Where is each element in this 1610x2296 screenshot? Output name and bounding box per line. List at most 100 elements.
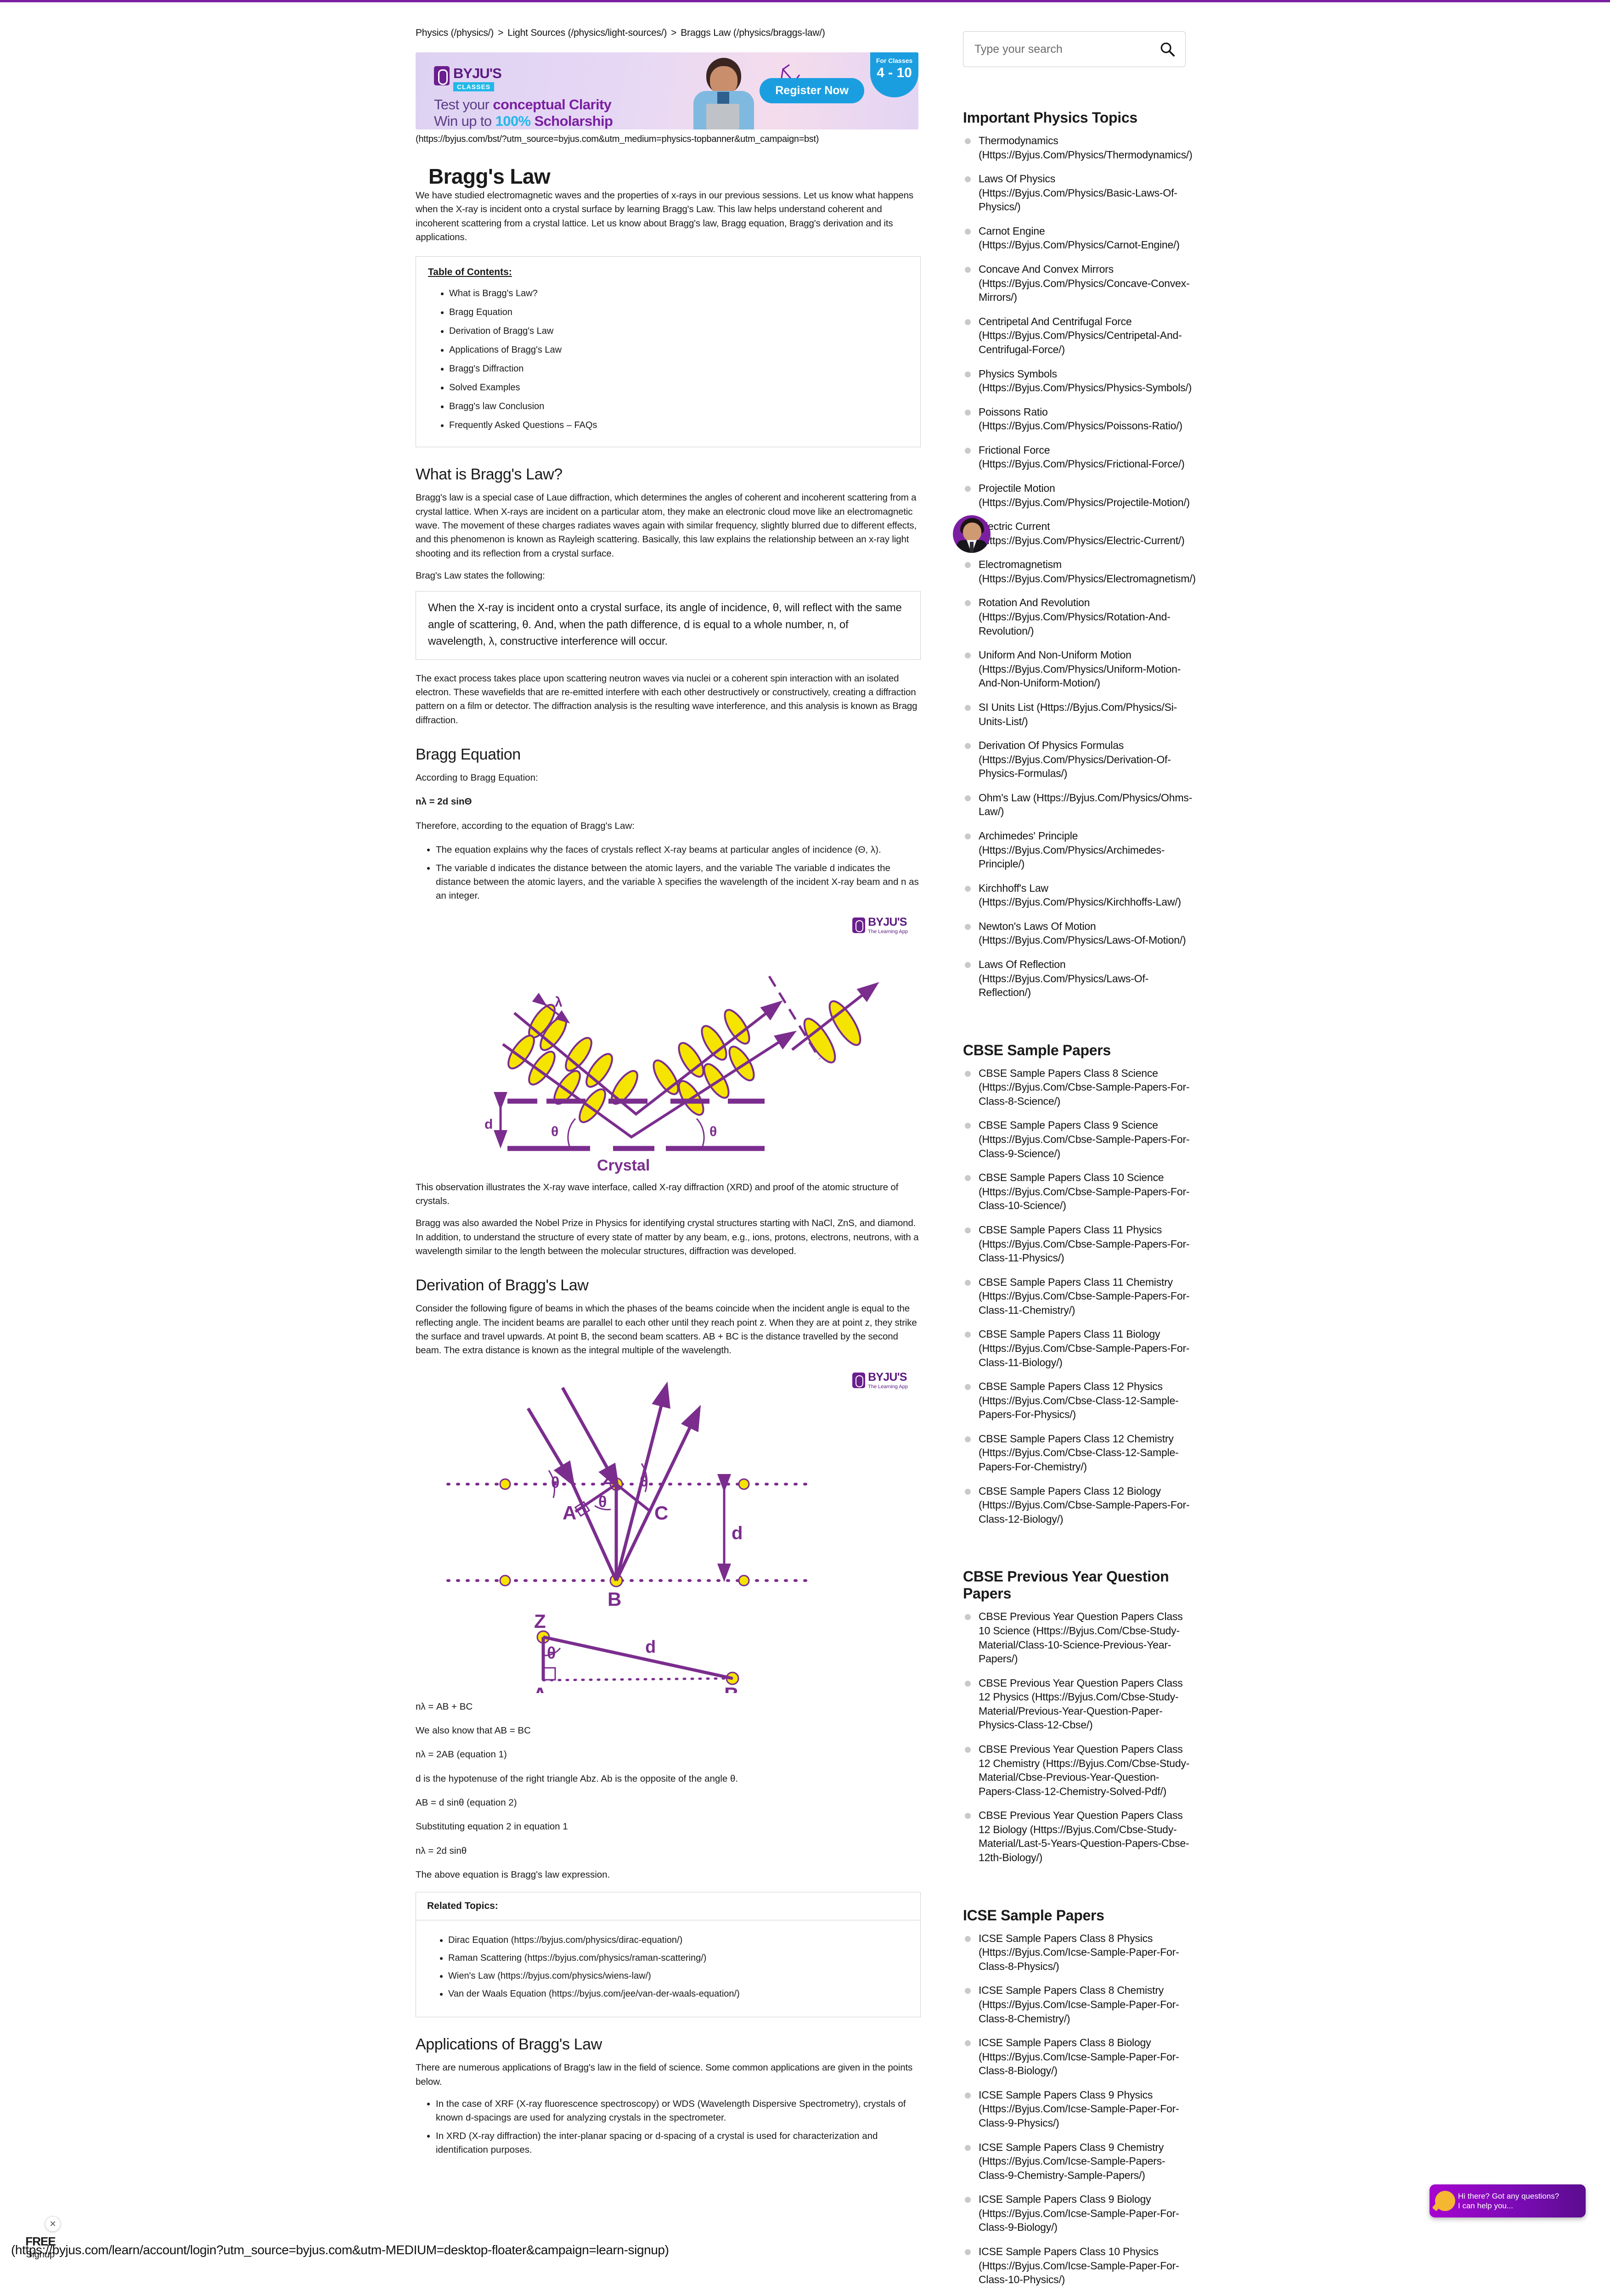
- sidebar-item-cbse-sample[interactable]: CBSE Sample Papers Class 12 Physics (Htt…: [963, 1379, 1193, 1422]
- banner-url-text[interactable]: (https://byjus.com/bst/?utm_source=byjus…: [416, 134, 921, 145]
- sidebar-item-physics-topic[interactable]: Kirchhoff's Law (Https://Byjus.Com/Physi…: [963, 881, 1193, 909]
- close-icon[interactable]: ✕: [45, 2216, 61, 2232]
- list-item: The variable d indicates the distance be…: [436, 861, 921, 903]
- list-item[interactable]: Van der Waals Equation (https://byjus.co…: [448, 1985, 909, 2003]
- sidebar-item-cbse-sample[interactable]: CBSE Sample Papers Class 11 Biology (Htt…: [963, 1327, 1193, 1369]
- byjus-watermark-logo-2: BYJU'S The Learning App: [852, 1371, 908, 1390]
- law-statement-box: When the X-ray is incident onto a crysta…: [416, 591, 921, 660]
- avatar[interactable]: [953, 515, 991, 553]
- sidebar-item-cbse-prev[interactable]: CBSE Previous Year Question Papers Class…: [963, 1676, 1193, 1732]
- register-now-button[interactable]: Register Now: [760, 78, 864, 103]
- sidebar-item-physics-topic[interactable]: SI Units List (Https://Byjus.Com/Physics…: [963, 700, 1193, 728]
- sidebar-list-physics-topics: Thermodynamics (Https://Byjus.Com/Physic…: [963, 134, 1196, 1000]
- sidebar-item-cbse-sample[interactable]: CBSE Sample Papers Class 11 Chemistry (H…: [963, 1275, 1193, 1317]
- sidebar-item-icse[interactable]: ICSE Sample Papers Class 8 Chemistry (Ht…: [963, 1983, 1193, 2026]
- list-item[interactable]: Raman Scattering (https://byjus.com/phys…: [448, 1949, 909, 1967]
- figure2-label-A: A: [563, 1502, 576, 1524]
- law-statement-text: When the X-ray is incident onto a crysta…: [428, 602, 902, 648]
- sidebar-item-icse[interactable]: ICSE Sample Papers Class 9 Physics (Http…: [963, 2088, 1193, 2130]
- figure2-label-B: B: [608, 1588, 621, 1610]
- breadcrumb-item-braggs-law[interactable]: Braggs Law (/physics/braggs-law/): [681, 28, 825, 38]
- list-item[interactable]: Wien's Law (https://byjus.com/physics/wi…: [448, 1967, 909, 1985]
- main-article-column: Physics (/physics/) > Light Sources (/phys…: [416, 28, 921, 2165]
- sidebar-item-physics-topic[interactable]: Electric Current (Https://Byjus.Com/Phys…: [963, 519, 1193, 547]
- figure2-label-C: C: [654, 1502, 668, 1524]
- sidebar-item-icse[interactable]: ICSE Sample Papers Class 9 Biology (Http…: [963, 2192, 1193, 2234]
- sidebar-item-physics-topic[interactable]: Archimedes' Principle (Https://Byjus.Com…: [963, 829, 1193, 871]
- list-item: In XRD (X-ray diffraction) the inter-pla…: [436, 2129, 921, 2157]
- byjus-b-icon: [852, 1373, 866, 1389]
- sidebar-item-physics-topic[interactable]: Projectile Motion (Https://Byjus.Com/Phy…: [963, 481, 1193, 509]
- sidebar-item-icse[interactable]: ICSE Sample Papers Class 10 Physics (Htt…: [963, 2245, 1193, 2287]
- s1-paragraph-3: The exact process takes place upon scatt…: [416, 673, 918, 726]
- sidebar-item-physics-topic[interactable]: Ohm's Law (Https://Byjus.Com/Physics/Ohm…: [963, 791, 1193, 819]
- sidebar-item-physics-topic[interactable]: Laws Of Physics (Https://Byjus.Com/Physi…: [963, 172, 1193, 214]
- page-title: Bragg's Law: [428, 164, 551, 188]
- list-item: In the case of XRF (X-ray fluorescence s…: [436, 2097, 921, 2125]
- toc-item[interactable]: Derivation of Bragg's Law: [449, 322, 908, 341]
- sidebar-item-cbse-prev[interactable]: CBSE Previous Year Question Papers Class…: [963, 1609, 1193, 1666]
- sidebar-item-icse[interactable]: ICSE Sample Papers Class 8 Biology (Http…: [963, 2036, 1193, 2078]
- sidebar-item-physics-topic[interactable]: Poissons Ratio (Https://Byjus.Com/Physic…: [963, 405, 1193, 433]
- banner-brand-sub: CLASSES: [453, 82, 495, 91]
- sidebar-item-cbse-sample[interactable]: CBSE Sample Papers Class 10 Science (Htt…: [963, 1171, 1193, 1213]
- toc-item[interactable]: Frequently Asked Questions – FAQs: [449, 416, 908, 435]
- sidebar-item-physics-topic[interactable]: Derivation Of Physics Formulas (Https://…: [963, 738, 1193, 781]
- sidebar-item-cbse-sample[interactable]: CBSE Sample Papers Class 8 Science (Http…: [963, 1066, 1193, 1109]
- intro-paragraph: We have studied electromagnetic waves an…: [416, 190, 913, 242]
- section-heading-applications: Applications of Bragg's Law: [416, 2036, 602, 2054]
- figure2-lower-A: A: [533, 1683, 547, 1693]
- sidebar-item-physics-topic[interactable]: Frictional Force (Https://Byjus.Com/Phys…: [963, 443, 1193, 471]
- toc-list: What is Bragg's Law? Bragg Equation Deri…: [428, 284, 908, 435]
- search-input[interactable]: [974, 42, 1160, 56]
- toc-item[interactable]: Applications of Bragg's Law: [449, 341, 908, 360]
- section-heading-derivation: Derivation of Bragg's Law: [416, 1277, 589, 1294]
- byjus-watermark-logo: BYJU'S The Learning App: [852, 916, 908, 934]
- sidebar-item-physics-topic[interactable]: Physics Symbols (Https://Byjus.Com/Physi…: [963, 367, 1193, 395]
- figure1-label-lambda: λ: [555, 995, 563, 1010]
- breadcrumb-separator: >: [498, 28, 504, 38]
- sidebar-item-physics-topic[interactable]: Newton's Laws Of Motion (Https://Byjus.C…: [963, 919, 1193, 947]
- figure-bragg-wave-diagram: BYJU'S The Learning App d θ θ λ Crystal: [416, 916, 921, 1195]
- search-icon[interactable]: [1160, 41, 1175, 57]
- figure1-label-d: d: [484, 1117, 493, 1132]
- search-box[interactable]: [963, 31, 1186, 67]
- derivation-line: AB = d sinθ (equation 2): [416, 1797, 517, 1808]
- derivation-line: d is the hypotenuse of the right triangl…: [416, 1773, 738, 1784]
- sidebar-item-physics-topic[interactable]: Rotation And Revolution (Https://Byjus.C…: [963, 596, 1193, 638]
- sidebar-item-cbse-sample[interactable]: CBSE Sample Papers Class 12 Chemistry (H…: [963, 1432, 1193, 1474]
- sidebar-item-cbse-prev[interactable]: CBSE Previous Year Question Papers Class…: [963, 1808, 1193, 1864]
- sidebar-item-icse[interactable]: ICSE Sample Papers Class 9 Chemistry (Ht…: [963, 2140, 1193, 2183]
- figure1-label-theta-left: θ: [551, 1124, 558, 1139]
- toc-item[interactable]: Solved Examples: [449, 378, 908, 397]
- sidebar-item-physics-topic[interactable]: Thermodynamics (Https://Byjus.Com/Physic…: [963, 134, 1193, 162]
- toc-item[interactable]: Bragg's Diffraction: [449, 360, 908, 378]
- toc-item[interactable]: Bragg's law Conclusion: [449, 397, 908, 416]
- sidebar-item-physics-topic[interactable]: Carnot Engine (Https://Byjus.Com/Physics…: [963, 224, 1193, 252]
- derivation-line: The above equation is Bragg's law expres…: [416, 1869, 610, 1880]
- figure2-lower-Z: Z: [534, 1610, 546, 1632]
- sidebar-item-physics-topic[interactable]: Uniform And Non-Uniform Motion (Https://…: [963, 648, 1193, 690]
- sidebar-item-cbse-sample[interactable]: CBSE Sample Papers Class 9 Science (Http…: [963, 1118, 1193, 1160]
- promo-banner[interactable]: BYJU'S CLASSES Test your conceptual Clar…: [416, 52, 918, 129]
- sidebar-item-physics-topic[interactable]: Laws Of Reflection (Https://Byjus.Com/Ph…: [963, 957, 1193, 1000]
- chat-widget[interactable]: Hi there? Got any questions? I can help …: [1430, 2184, 1586, 2217]
- figure2-label-theta-left: θ: [551, 1474, 559, 1491]
- toc-item[interactable]: Bragg Equation: [449, 303, 908, 322]
- sidebar-item-physics-topic[interactable]: Concave And Convex Mirrors (Https://Byju…: [963, 262, 1193, 304]
- list-item[interactable]: Dirac Equation (https://byjus.com/physic…: [448, 1931, 909, 1949]
- toc-item[interactable]: What is Bragg's Law?: [449, 284, 908, 303]
- breadcrumb-item-physics[interactable]: Physics (/physics/): [416, 28, 494, 38]
- breadcrumb-item-light-sources[interactable]: Light Sources (/physics/light-sources/): [507, 28, 667, 38]
- sidebar-item-icse[interactable]: ICSE Sample Papers Class 8 Physics (Http…: [963, 1931, 1193, 1974]
- related-topics-title: Related Topics:: [416, 1892, 920, 1921]
- sidebar-item-cbse-sample[interactable]: CBSE Sample Papers Class 11 Physics (Htt…: [963, 1223, 1193, 1265]
- sidebar-item-physics-topic[interactable]: Electromagnetism (Https://Byjus.Com/Phys…: [963, 557, 1196, 585]
- figure2-lower-B: B: [724, 1683, 739, 1693]
- sidebar-item-cbse-prev[interactable]: CBSE Previous Year Question Papers Class…: [963, 1742, 1193, 1798]
- sidebar-item-physics-topic[interactable]: Centripetal And Centrifugal Force (Https…: [963, 315, 1193, 357]
- banner-brand-name: BYJU'S: [453, 65, 502, 81]
- sidebar-item-cbse-sample[interactable]: CBSE Sample Papers Class 12 Biology (Htt…: [963, 1484, 1193, 1526]
- class-range-badge: For Classes 4 - 10: [870, 52, 918, 97]
- byjus-b-icon: [852, 917, 866, 934]
